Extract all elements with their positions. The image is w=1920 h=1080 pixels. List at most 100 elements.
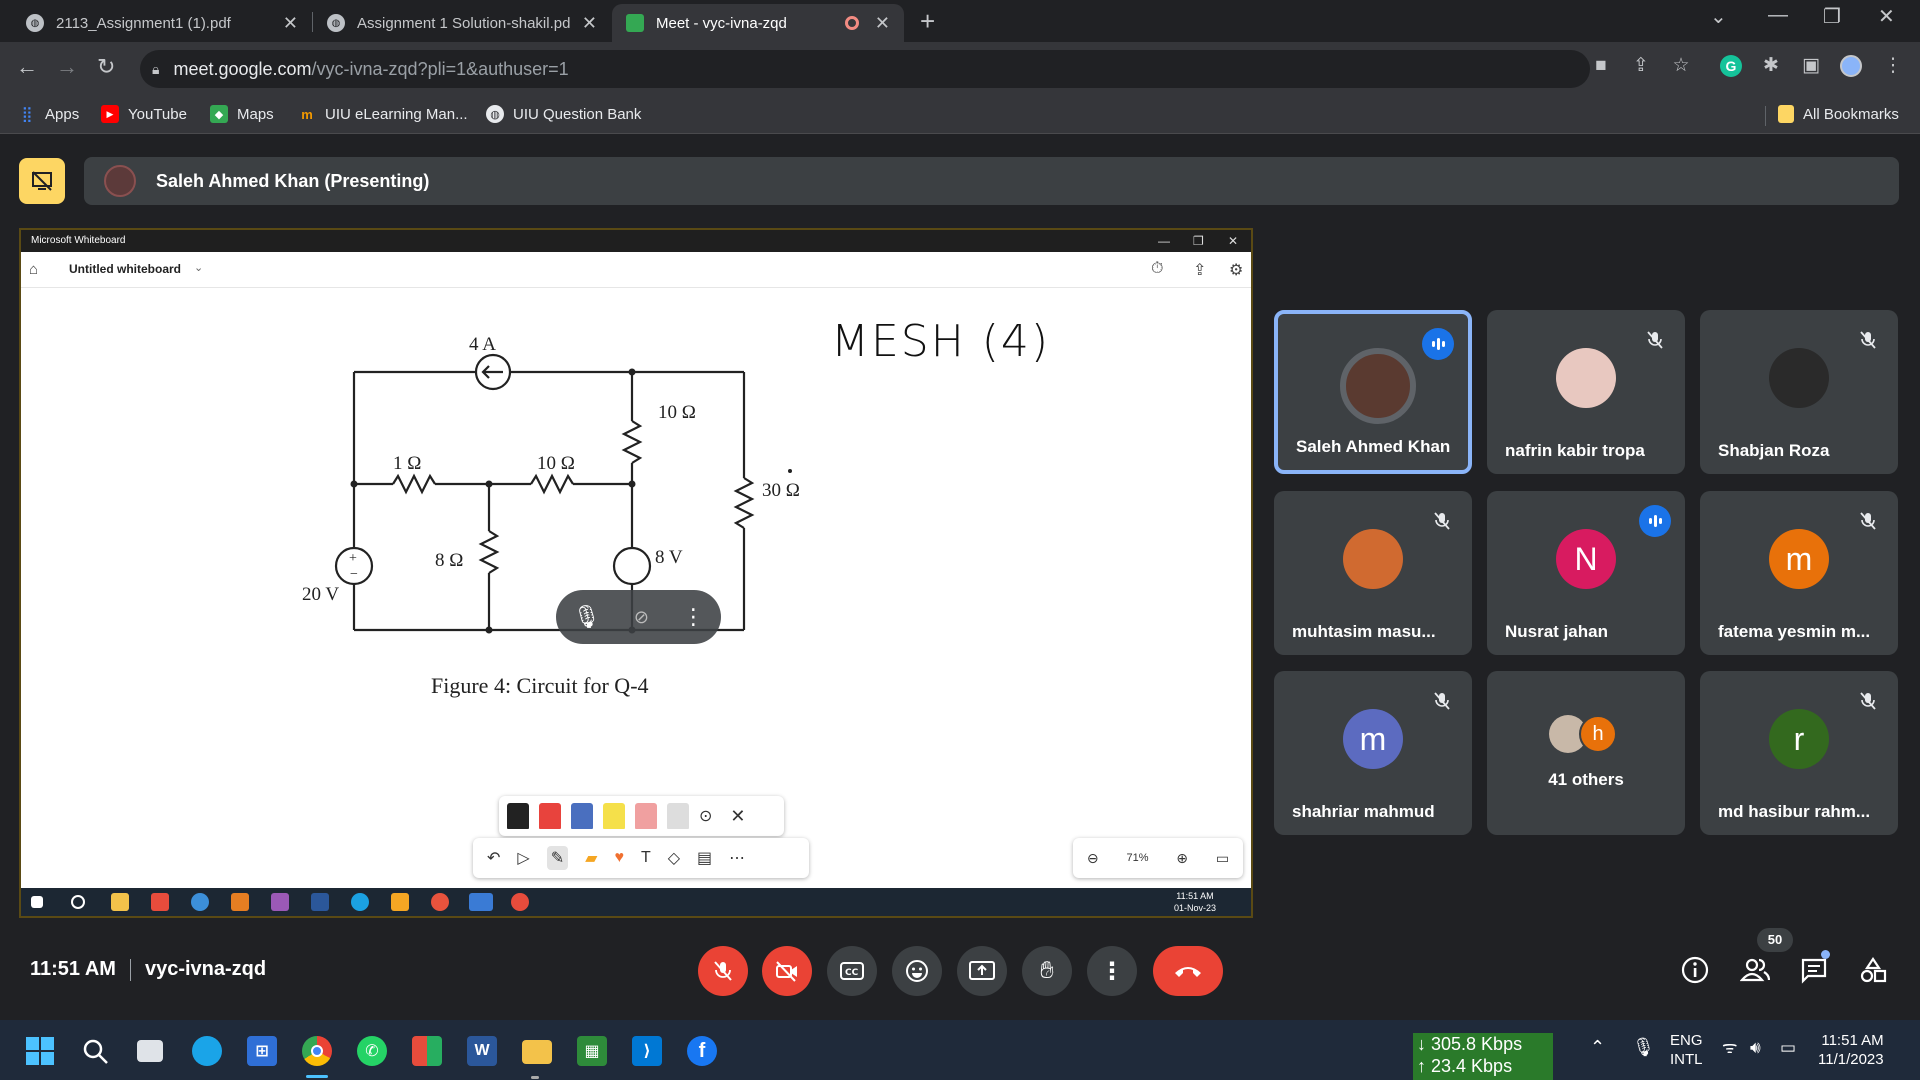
meeting-details-button[interactable] xyxy=(1677,952,1713,988)
minimize-icon[interactable]: — xyxy=(1768,4,1788,27)
chrome-icon[interactable] xyxy=(302,1036,332,1066)
share-icon[interactable]: ⇪ xyxy=(1630,55,1652,77)
volume-icon[interactable]: 🔊︎ xyxy=(1750,1038,1761,1057)
all-bookmarks[interactable]: All Bookmarks xyxy=(1778,105,1899,123)
battery-icon[interactable]: ▭ xyxy=(1780,1038,1796,1057)
camera-in-use-icon[interactable]: ■ xyxy=(1590,55,1612,77)
tab-assignment-pdf[interactable]: ◍ 2113_Assignment1 (1).pdf ✕ xyxy=(12,4,312,42)
divider xyxy=(129,958,131,981)
app-icon xyxy=(191,893,209,911)
bookmark-uiu-elearning[interactable]: m UIU eLearning Man... xyxy=(298,105,467,123)
whatsapp-icon[interactable]: ✆ xyxy=(357,1036,387,1066)
reload-icon[interactable]: ↻ xyxy=(97,54,115,80)
more-options-button[interactable]: ⋮ xyxy=(1087,946,1137,996)
svg-text:+: + xyxy=(349,551,357,566)
unread-dot xyxy=(1821,950,1830,959)
close-tab-icon[interactable]: ✕ xyxy=(582,13,597,34)
others-tile[interactable]: h 41 others xyxy=(1487,671,1685,835)
whiteboard-toolbar: ↶ ▷ ✎ ▰ ♥ T ◇ ▤ ⋯ xyxy=(473,838,809,878)
close-window-icon[interactable]: ✕ xyxy=(1878,4,1895,29)
chat-button[interactable] xyxy=(1796,950,1832,988)
participant-tile[interactable]: m shahriar mahmud xyxy=(1274,671,1472,835)
chevron-down-icon: ⌄ xyxy=(194,262,204,274)
new-tab-icon[interactable]: + xyxy=(920,6,935,37)
more-options-icon[interactable]: ⋮ xyxy=(682,604,704,630)
system-clock[interactable]: 11:51 AM 11/1/2023 xyxy=(1818,1031,1884,1069)
tab-search-icon[interactable]: ⌄ xyxy=(1710,4,1727,29)
raise-hand-button[interactable]: ✋︎ xyxy=(1022,946,1072,996)
bookmark-maps[interactable]: ◆ Maps xyxy=(210,105,274,123)
close-icon: ✕ xyxy=(1228,234,1239,248)
back-icon[interactable]: ← xyxy=(16,54,38,80)
restore-icon[interactable]: ❐ xyxy=(1823,4,1841,29)
remove-from-frame-icon[interactable]: ⊘ xyxy=(634,607,649,628)
search-icon[interactable] xyxy=(80,1036,110,1066)
grammarly-icon[interactable]: G xyxy=(1720,55,1742,77)
participant-tile[interactable]: N Nusrat jahan xyxy=(1487,491,1685,655)
bookmark-youtube[interactable]: ▶ YouTube xyxy=(101,105,187,123)
edge-icon[interactable] xyxy=(192,1036,222,1066)
label-1-ohm: 1 Ω xyxy=(393,453,422,474)
microphone-icon[interactable]: 🎙︎ xyxy=(1632,1038,1655,1057)
extensions-icon[interactable]: ✱ xyxy=(1760,55,1782,77)
show-hidden-icons-icon[interactable]: ⌃ xyxy=(1590,1038,1605,1057)
present-now-button[interactable] xyxy=(957,946,1007,996)
app-icon[interactable]: ▦ xyxy=(577,1036,607,1066)
close-tab-icon[interactable]: ✕ xyxy=(875,13,890,34)
reactions-button[interactable] xyxy=(892,946,942,996)
tab-title: 2113_Assignment1 (1).pdf xyxy=(56,14,231,32)
bookmark-star-icon[interactable]: ☆ xyxy=(1670,55,1692,77)
avatar xyxy=(1769,348,1829,408)
stop-presenting-icon[interactable] xyxy=(19,158,65,204)
facebook-icon[interactable]: f xyxy=(687,1036,717,1066)
profile-avatar-icon[interactable] xyxy=(1840,55,1862,77)
file-explorer-icon[interactable] xyxy=(522,1040,552,1064)
participant-tile[interactable]: muhtasim masu... xyxy=(1274,491,1472,655)
task-view-icon[interactable] xyxy=(137,1040,163,1062)
zoom-in-icon: ⊕ xyxy=(1176,849,1189,866)
language-indicator[interactable]: ENG INTL xyxy=(1670,1031,1703,1069)
app-icon[interactable] xyxy=(412,1036,442,1066)
toggle-camera-button[interactable] xyxy=(762,946,812,996)
store-icon[interactable]: ⊞ xyxy=(247,1036,277,1066)
presenter-controls-overlay[interactable]: 🎙︎ ⊘ ⋮ xyxy=(556,590,721,644)
captions-button[interactable]: CC xyxy=(827,946,877,996)
mic-off-icon[interactable]: 🎙︎ xyxy=(573,604,601,630)
word-icon[interactable]: W xyxy=(467,1036,497,1066)
forward-icon[interactable]: → xyxy=(56,54,78,80)
people-button[interactable] xyxy=(1737,952,1773,988)
figure-caption: Figure 4: Circuit for Q-4 xyxy=(431,673,649,698)
participant-tile[interactable]: r md hasibur rahm... xyxy=(1700,671,1898,835)
participant-tile[interactable]: nafrin kabir tropa xyxy=(1487,310,1685,474)
share-icon: ⇪ xyxy=(1193,262,1207,279)
meeting-details: 11:51 AM vyc-ivna-zqd xyxy=(30,958,266,981)
tab-meet[interactable]: Meet - vyc-ivna-zqd ✕ xyxy=(612,4,904,42)
participant-tile[interactable]: Saleh Ahmed Khan xyxy=(1274,310,1472,474)
participant-tile[interactable]: m fatema yesmin m... xyxy=(1700,491,1898,655)
activities-button[interactable] xyxy=(1855,952,1891,988)
search-icon xyxy=(71,895,85,909)
tab-solution-pdf[interactable]: ◍ Assignment 1 Solution-shakil.pd ✕ xyxy=(313,4,611,42)
address-bar[interactable]: 🔒︎ meet.google.com/vyc-ivna-zqd?pli=1&au… xyxy=(140,50,1590,88)
bookmark-apps[interactable]: ⣿ Apps xyxy=(18,105,80,124)
side-panel-icon[interactable]: ▣ xyxy=(1800,55,1822,77)
leave-call-button[interactable] xyxy=(1153,946,1223,996)
clock-time: 11:51 AM xyxy=(1821,1032,1884,1049)
bookmarks-divider xyxy=(1765,106,1766,126)
undo-icon: ↶ xyxy=(487,850,501,867)
avatar-initial: h xyxy=(1579,715,1617,753)
pen-tray: ⊙ ✕ xyxy=(499,796,784,836)
participant-tile[interactable]: Shabjan Roza xyxy=(1700,310,1898,474)
speaking-indicator-icon xyxy=(1639,505,1671,537)
toggle-mic-button[interactable] xyxy=(698,946,748,996)
emoji-icon xyxy=(906,960,928,982)
menu-icon[interactable]: ⋮ xyxy=(1882,55,1904,77)
bookmark-uiu-question-bank[interactable]: ◍ UIU Question Bank xyxy=(486,105,641,123)
home-icon: ⌂ xyxy=(29,261,39,278)
close-tab-icon[interactable]: ✕ xyxy=(283,13,298,34)
hand-icon: ✋︎ xyxy=(1040,957,1054,984)
vscode-icon[interactable]: ⟩ xyxy=(632,1036,662,1066)
youtube-icon: ▶ xyxy=(101,105,119,123)
windows-start-icon[interactable] xyxy=(25,1036,55,1066)
wifi-icon[interactable]: ᯤ xyxy=(1722,1038,1738,1057)
